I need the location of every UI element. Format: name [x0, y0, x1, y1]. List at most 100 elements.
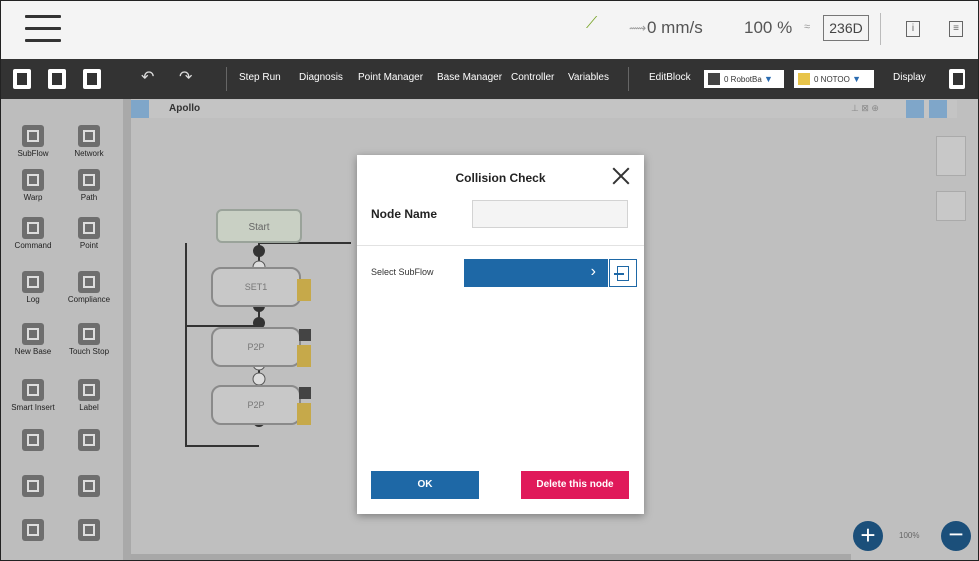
- undo-icon[interactable]: ↶: [141, 67, 154, 87]
- label-icon: [78, 379, 100, 401]
- save-icon[interactable]: [48, 69, 66, 89]
- save-as-icon[interactable]: [83, 69, 101, 89]
- ok-button[interactable]: OK: [371, 471, 479, 499]
- canvas-tools-icon[interactable]: ⊥ ⊠ ⊕: [851, 103, 879, 114]
- palette-label: Compliance: [67, 295, 111, 304]
- tool-change-icon: [78, 519, 100, 541]
- dialog-divider: [357, 245, 644, 246]
- controller-button[interactable]: Controller: [511, 72, 554, 83]
- tab-apollo[interactable]: Apollo: [161, 100, 841, 118]
- dropdown-arrow-icon: ▼: [852, 74, 862, 84]
- subflow-icon: [22, 125, 44, 147]
- start-node[interactable]: Start: [216, 209, 302, 243]
- diagnosis-button[interactable]: Diagnosis: [299, 72, 343, 83]
- palette-item[interactable]: [61, 475, 117, 499]
- palette-label: SubFlow: [17, 149, 49, 158]
- palette-command[interactable]: Command: [5, 217, 61, 250]
- robot-icon: [22, 519, 44, 541]
- base-manager-button[interactable]: Base Manager: [437, 72, 502, 83]
- dropdown-arrow-icon: ▼: [764, 74, 773, 84]
- palette-label: Network: [74, 149, 104, 158]
- gripper-icon: [22, 429, 44, 451]
- info-icon[interactable]: i: [906, 21, 920, 37]
- node-tag: [297, 345, 311, 367]
- vision-icon: [78, 429, 100, 451]
- node-name-label: Node Name: [371, 207, 438, 221]
- point-manager-button[interactable]: Point Manager: [358, 72, 423, 83]
- palette-label: Smart Insert: [11, 403, 55, 412]
- palette-scrollbar[interactable]: [123, 99, 131, 560]
- palette-warp[interactable]: Warp: [5, 169, 61, 202]
- flow-node-p2p[interactable]: P2P: [211, 385, 301, 425]
- delete-node-button[interactable]: Delete this node: [521, 471, 629, 499]
- toggle-button[interactable]: [936, 191, 966, 221]
- menu-icon[interactable]: [25, 15, 61, 43]
- close-icon[interactable]: [610, 165, 632, 187]
- tool-status-icon: ⟋: [586, 15, 598, 32]
- divider: [880, 13, 881, 45]
- palette-network[interactable]: Network: [61, 125, 117, 158]
- tab-next-icon[interactable]: [929, 100, 947, 118]
- step-run-button[interactable]: Step Run: [239, 72, 281, 83]
- canvas-hscroll[interactable]: [131, 554, 851, 560]
- palette-point[interactable]: Point: [61, 217, 117, 250]
- layout-icon[interactable]: [949, 69, 965, 89]
- palette-item[interactable]: [61, 429, 117, 453]
- subflow-picker-icon[interactable]: [609, 259, 637, 287]
- tab-dropdown-icon[interactable]: [957, 100, 978, 118]
- tool-select[interactable]: 0 NOTOO ▼: [794, 70, 874, 88]
- palette-label-node[interactable]: Label: [61, 379, 117, 412]
- display-button[interactable]: Display: [893, 72, 926, 83]
- node-palette: SubFlow Network Warp Path Command Point …: [1, 99, 123, 560]
- new-file-icon[interactable]: [13, 69, 31, 89]
- node-tag: [297, 403, 311, 425]
- collision-check-dialog: Collision Check Node Name Select SubFlow…: [357, 155, 644, 514]
- palette-item[interactable]: [5, 429, 61, 453]
- zoom-level: 100%: [899, 531, 920, 540]
- robot-base-select[interactable]: 0 RobotBa ▼: [704, 70, 784, 88]
- palette-touch-stop[interactable]: Touch Stop: [61, 323, 117, 356]
- palette-compliance[interactable]: Compliance: [61, 271, 117, 304]
- palette-new-base[interactable]: New Base: [5, 323, 61, 356]
- speed-percent: 100 %: [744, 18, 793, 37]
- palette-label: Log: [26, 295, 40, 304]
- robot-base-value: 0 RobotBa: [724, 75, 762, 84]
- palette-item[interactable]: [5, 475, 61, 499]
- node-point-icon: [299, 387, 311, 399]
- node-point-icon: [299, 329, 311, 341]
- flow-tabbar: Apollo ⊥ ⊠ ⊕: [131, 100, 978, 118]
- toolbox-icon: [22, 475, 44, 497]
- palette-log[interactable]: Log: [5, 271, 61, 304]
- zoom-in-button[interactable]: +: [853, 521, 883, 551]
- palette-subflow[interactable]: SubFlow: [5, 125, 61, 158]
- node-name-input[interactable]: [472, 200, 628, 228]
- zoom-out-button[interactable]: −: [941, 521, 971, 551]
- tab-prev-icon[interactable]: [906, 100, 924, 118]
- log-icon: [22, 271, 44, 293]
- palette-item[interactable]: [5, 519, 61, 543]
- base-icon: [708, 73, 720, 85]
- gauge-icon: ≈: [804, 21, 811, 33]
- toolbar: ↶ ↷ Step Run Diagnosis Point Manager Bas…: [1, 59, 978, 99]
- palette-label: Point: [79, 241, 99, 250]
- counter-badge[interactable]: 236D: [823, 15, 869, 41]
- flow-node-set[interactable]: SET1: [211, 267, 301, 307]
- select-subflow-label: Select SubFlow: [371, 267, 434, 277]
- network-icon: [78, 125, 100, 147]
- tool-icon: [798, 73, 810, 85]
- panel-icon[interactable]: ≡: [949, 21, 963, 37]
- variables-button[interactable]: Variables: [568, 72, 609, 83]
- palette-item[interactable]: [61, 519, 117, 543]
- io-icon: [78, 475, 100, 497]
- editblock-button[interactable]: EditBlock: [649, 72, 691, 83]
- palette-path[interactable]: Path: [61, 169, 117, 202]
- command-icon: [22, 217, 44, 239]
- toolbar-divider: [628, 67, 629, 91]
- palette-smart-insert[interactable]: Smart Insert: [5, 379, 61, 412]
- palette-label: Label: [79, 403, 99, 412]
- select-subflow-button[interactable]: ›: [464, 259, 608, 287]
- flow-node-p2p[interactable]: P2P: [211, 327, 301, 367]
- redo-icon[interactable]: ↷: [179, 67, 192, 87]
- tab-scroll-left-icon[interactable]: [131, 100, 149, 118]
- side-panel-button[interactable]: [936, 136, 966, 176]
